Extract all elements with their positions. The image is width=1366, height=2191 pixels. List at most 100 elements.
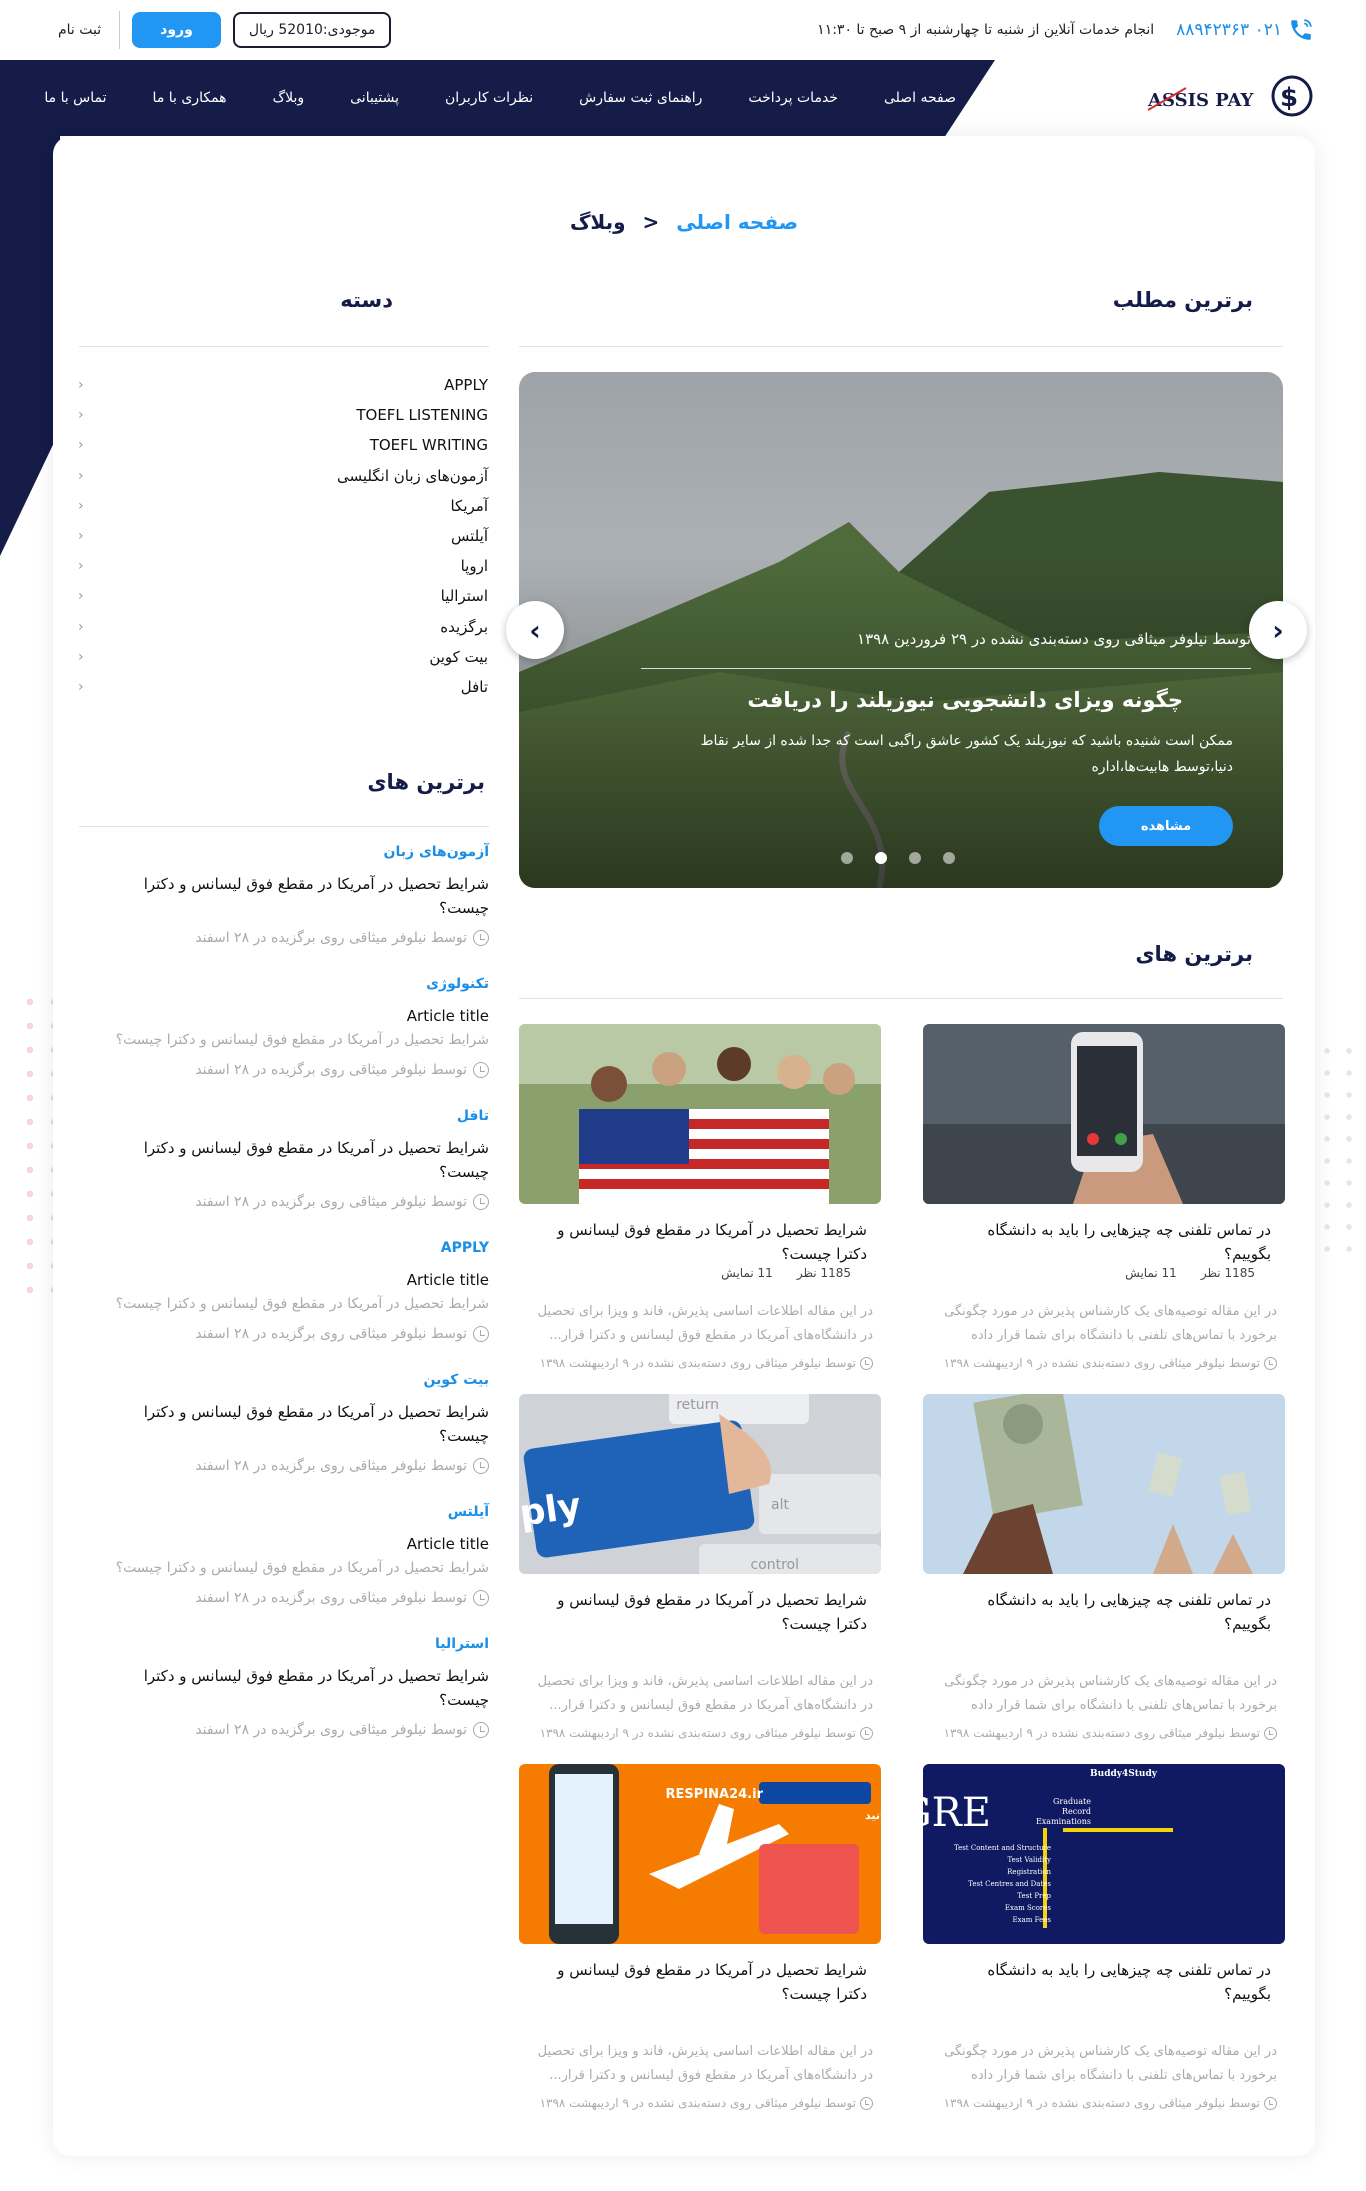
article-meta: توسط نیلوفر میثاقی روی دسته‌بندی نشده در… (923, 1726, 1285, 1740)
category-item[interactable]: تافل ‹ (78, 672, 488, 702)
article-card[interactable]: Buddy4Study GRE Graduate Record Examinat… (923, 1764, 1285, 2110)
article-title[interactable]: شرایط تحصیل در آمریکا در مقطع فوق لیسانس… (519, 1958, 881, 2006)
chevron-right-icon: › (1272, 613, 1284, 647)
clock-icon (473, 1590, 489, 1606)
category-item[interactable]: آیلتس ‹ (78, 521, 488, 551)
category-item[interactable]: APPLY ‹ (78, 370, 488, 400)
side-article[interactable]: APPLY Article title شرایط تحصیل در آمریک… (113, 1240, 489, 1342)
signup-link[interactable]: ثبت نام (52, 22, 107, 38)
side-article-title[interactable]: شرایط تحصیل در آمریکا در مقطع فوق لیسانس… (113, 872, 489, 920)
side-article-title[interactable]: شرایط تحصیل در آمریکا در مقطع فوق لیسانس… (113, 1136, 489, 1184)
article-meta-text: توسط نیلوفر میثاقی روی دسته‌بندی نشده در… (943, 2096, 1260, 2110)
nav-item-cooperation[interactable]: همکاری با ما (153, 90, 227, 106)
side-article-category[interactable]: تکنولوژی (113, 976, 489, 992)
article-image[interactable] (519, 1024, 881, 1204)
nav-item-contact[interactable]: تماس با ما (44, 90, 106, 106)
login-button[interactable]: ورود (132, 12, 221, 48)
category-item[interactable]: آزمون‌های زبان انگلیسی ‹ (78, 461, 488, 491)
side-article-category[interactable]: آیلتس (113, 1504, 489, 1520)
category-item[interactable]: TOEFL WRITING ‹ (78, 430, 488, 460)
slider-dot[interactable] (909, 852, 921, 864)
category-item[interactable]: برگزیده ‹ (78, 612, 488, 642)
article-card[interactable]: شرایط تحصیل در آمریکا در مقطع فوق لیسانس… (519, 1024, 881, 1370)
featured-title[interactable]: چگونه ویزای دانشجویی نیوزیلند را دریافت (747, 688, 1183, 712)
article-title[interactable]: در تماس تلفنی چه چیزهایی را باید به دانش… (923, 1218, 1285, 1266)
side-article-category[interactable]: استرالیا (113, 1636, 489, 1652)
side-article-category[interactable]: تافل (113, 1108, 489, 1124)
nav-item-home[interactable]: صفحه اصلی (884, 90, 956, 106)
gre-list-item: Test Content and Structure (954, 1844, 1051, 1852)
nav-item-testimonials[interactable]: نظرات کاربران (445, 90, 533, 106)
article-stats: 1185 نظر 11 نمایش (923, 1266, 1285, 1290)
category-item[interactable]: بیت کوین ‹ (78, 642, 488, 672)
side-article[interactable]: تکنولوژی Article title شرایط تحصیل در آم… (113, 976, 489, 1078)
respina-brand: RESPINA24.ir (666, 1787, 764, 1802)
side-article[interactable]: بیت کوین شرایط تحصیل در آمریکا در مقطع ف… (113, 1372, 489, 1474)
chevron-left-icon: ‹ (78, 407, 84, 424)
article-image[interactable]: return alt control Apply (519, 1394, 881, 1574)
side-article-category[interactable]: بیت کوین (113, 1372, 489, 1388)
nav-menu: صفحه اصلی خدمات پرداخت راهنمای ثبت سفارش… (44, 60, 956, 136)
article-image[interactable] (923, 1024, 1285, 1204)
side-article-title[interactable]: شرایط تحصیل در آمریکا در مقطع فوق لیسانس… (113, 1400, 489, 1448)
side-article-category[interactable]: آزمون‌های زبان (113, 844, 489, 860)
wallet-balance[interactable]: موجودی:52010 ریال (232, 12, 392, 48)
article-title[interactable]: شرایط تحصیل در آمریکا در مقطع فوق لیسانس… (519, 1218, 881, 1266)
phone-link[interactable]: ۰۲۱ ۸۸۹۴۲۳۶۳ (1176, 17, 1314, 43)
clock-icon (473, 1194, 489, 1210)
article-title[interactable]: در تماس تلفنی چه چیزهایی را باید به دانش… (923, 1958, 1285, 2006)
side-article-title[interactable]: Article title (113, 1532, 489, 1556)
category-item[interactable]: استرالیا ‹ (78, 581, 488, 611)
assispay-logo[interactable]: ASSIS PAY $ (1146, 70, 1316, 122)
main-nav: صفحه اصلی خدمات پرداخت راهنمای ثبت سفارش… (0, 60, 1366, 136)
slider-next-button[interactable]: › (1249, 601, 1307, 659)
decorative-dots-left (18, 990, 58, 1310)
article-title[interactable]: در تماس تلفنی چه چیزهایی را باید به دانش… (923, 1588, 1285, 1636)
article-image[interactable]: Buddy4Study GRE Graduate Record Examinat… (923, 1764, 1285, 1944)
article-title[interactable]: شرایط تحصیل در آمریکا در مقطع فوق لیسانس… (519, 1588, 881, 1636)
side-article-title[interactable]: Article title (113, 1268, 489, 1292)
slider-dot[interactable] (943, 852, 955, 864)
side-article[interactable]: تافل شرایط تحصیل در آمریکا در مقطع فوق ل… (113, 1108, 489, 1210)
article-stats (519, 1636, 881, 1660)
article-stats (923, 1636, 1285, 1660)
side-article-title[interactable]: شرایط تحصیل در آمریکا در مقطع فوق لیسانس… (113, 1664, 489, 1712)
category-item[interactable]: آمریکا ‹ (78, 491, 488, 521)
clock-icon (473, 1062, 489, 1078)
side-article-category[interactable]: APPLY (113, 1240, 489, 1256)
students-flag-photo (519, 1024, 881, 1204)
clock-icon (473, 1326, 489, 1342)
clock-icon (473, 930, 489, 946)
nav-item-support[interactable]: پشتیبانی (350, 90, 399, 106)
clock-icon (1264, 1356, 1277, 1370)
nav-item-order-guide[interactable]: راهنمای ثبت سفارش (579, 90, 702, 106)
auth-area: موجودی:52010 ریال ورود ثبت نام (52, 11, 392, 49)
main-top-heading: برترین های (1135, 942, 1253, 966)
nav-item-blog[interactable]: وبلاگ (273, 90, 305, 106)
article-card[interactable]: RESPINA24.ir روی زمین نمی‌مانید شرایط تح… (519, 1764, 881, 2110)
side-article[interactable]: استرالیا شرایط تحصیل در آمریکا در مقطع ف… (113, 1636, 489, 1738)
breadcrumb-home[interactable]: صفحه اصلی (676, 210, 798, 234)
category-item[interactable]: TOEFL LISTENING ‹ (78, 400, 488, 430)
side-article[interactable]: آزمون‌های زبان شرایط تحصیل در آمریکا در … (113, 844, 489, 946)
article-card[interactable]: return alt control Apply شرایط تحصیل در … (519, 1394, 881, 1740)
chevron-left-icon: ‹ (78, 528, 84, 545)
article-card[interactable]: در تماس تلفنی چه چیزهایی را باید به دانش… (923, 1024, 1285, 1370)
article-image[interactable]: RESPINA24.ir روی زمین نمی‌مانید (519, 1764, 881, 1944)
side-article-meta: توسط نیلوفر میثاقی روی برگزیده در ۲۸ اسف… (113, 1194, 489, 1210)
featured-view-button[interactable]: مشاهده (1099, 806, 1233, 846)
slider-dot[interactable] (875, 852, 887, 864)
side-article-title[interactable]: Article title (113, 1004, 489, 1028)
slider-dot[interactable] (841, 852, 853, 864)
side-article[interactable]: آیلتس Article title شرایط تحصیل در آمریک… (113, 1504, 489, 1606)
article-card[interactable]: در تماس تلفنی چه چیزهایی را باید به دانش… (923, 1394, 1285, 1740)
nav-item-payment-services[interactable]: خدمات پرداخت (748, 90, 838, 106)
slider-prev-button[interactable]: ‹ (506, 601, 564, 659)
category-label: APPLY (444, 376, 488, 395)
chevron-left-icon: ‹ (529, 613, 541, 647)
article-image[interactable] (923, 1394, 1285, 1574)
category-item[interactable]: اروپا ‹ (78, 551, 488, 581)
side-article-meta-text: توسط نیلوفر میثاقی روی برگزیده در ۲۸ اسف… (195, 1722, 467, 1738)
category-label: برگزیده (440, 617, 488, 636)
clock-icon (473, 1458, 489, 1474)
